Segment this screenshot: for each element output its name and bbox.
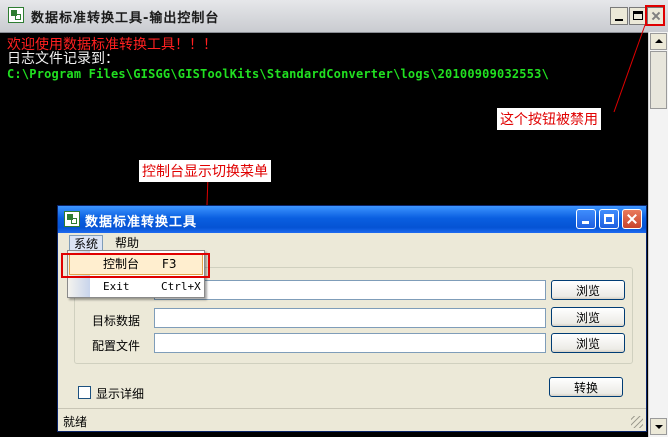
converter-title: 数据标准转换工具 — [85, 215, 198, 230]
show-detail-checkbox[interactable] — [78, 386, 91, 399]
config-browse-button[interactable]: 浏览 — [551, 333, 625, 353]
show-detail-label: 显示详细 — [96, 387, 145, 401]
converter-titlebar[interactable]: 数据标准转换工具 — [58, 206, 646, 233]
annotation-disabled-button: 这个按钮被禁用 — [497, 108, 601, 130]
console-log-path-line: C:\Program Files\GISGG\GISToolKits\Stand… — [7, 67, 549, 81]
source-data-input[interactable] — [154, 280, 546, 300]
close-button[interactable] — [622, 209, 642, 229]
console-title: 数据标准转换工具-输出控制台 — [31, 11, 220, 26]
scroll-up-icon[interactable] — [650, 33, 667, 50]
converter-app-icon — [8, 7, 24, 23]
status-bar: 就绪 — [58, 408, 646, 431]
config-file-label: 配置文件 — [92, 339, 141, 353]
status-text: 就绪 — [63, 415, 88, 429]
annotation-menu-toggle: 控制台显示切换菜单 — [139, 160, 271, 182]
minimize-button[interactable] — [576, 209, 596, 229]
maximize-button[interactable] — [599, 209, 619, 229]
resize-grip-icon[interactable] — [631, 416, 643, 428]
close-button-highlight-box — [645, 5, 665, 26]
menu-item-highlight-box — [61, 253, 210, 278]
convert-button[interactable]: 转换 — [549, 377, 623, 397]
source-browse-button[interactable]: 浏览 — [551, 280, 625, 300]
menu-item-exit-shortcut: Ctrl+X — [161, 280, 201, 293]
config-file-input[interactable] — [154, 333, 546, 353]
menu-item-exit-label: Exit — [103, 280, 130, 293]
scroll-down-icon[interactable] — [650, 418, 667, 435]
console-log-label-line: 日志文件记录到： — [7, 51, 119, 67]
console-titlebar[interactable]: 数据标准转换工具-输出控制台 — [0, 0, 668, 33]
target-data-label: 目标数据 — [92, 314, 141, 328]
menu-item-exit[interactable]: Exit Ctrl+X — [69, 276, 203, 298]
target-data-input[interactable] — [154, 308, 546, 328]
converter-app-icon — [64, 211, 80, 227]
converter-window: 数据标准转换工具 系统 帮助 浏览 目标数据 浏览 配置文件 浏览 显示详细 转… — [57, 205, 647, 432]
console-minimize-button[interactable] — [610, 7, 628, 25]
scroll-thumb[interactable] — [650, 51, 667, 109]
target-browse-button[interactable]: 浏览 — [551, 307, 625, 327]
console-scrollbar[interactable] — [648, 32, 668, 437]
